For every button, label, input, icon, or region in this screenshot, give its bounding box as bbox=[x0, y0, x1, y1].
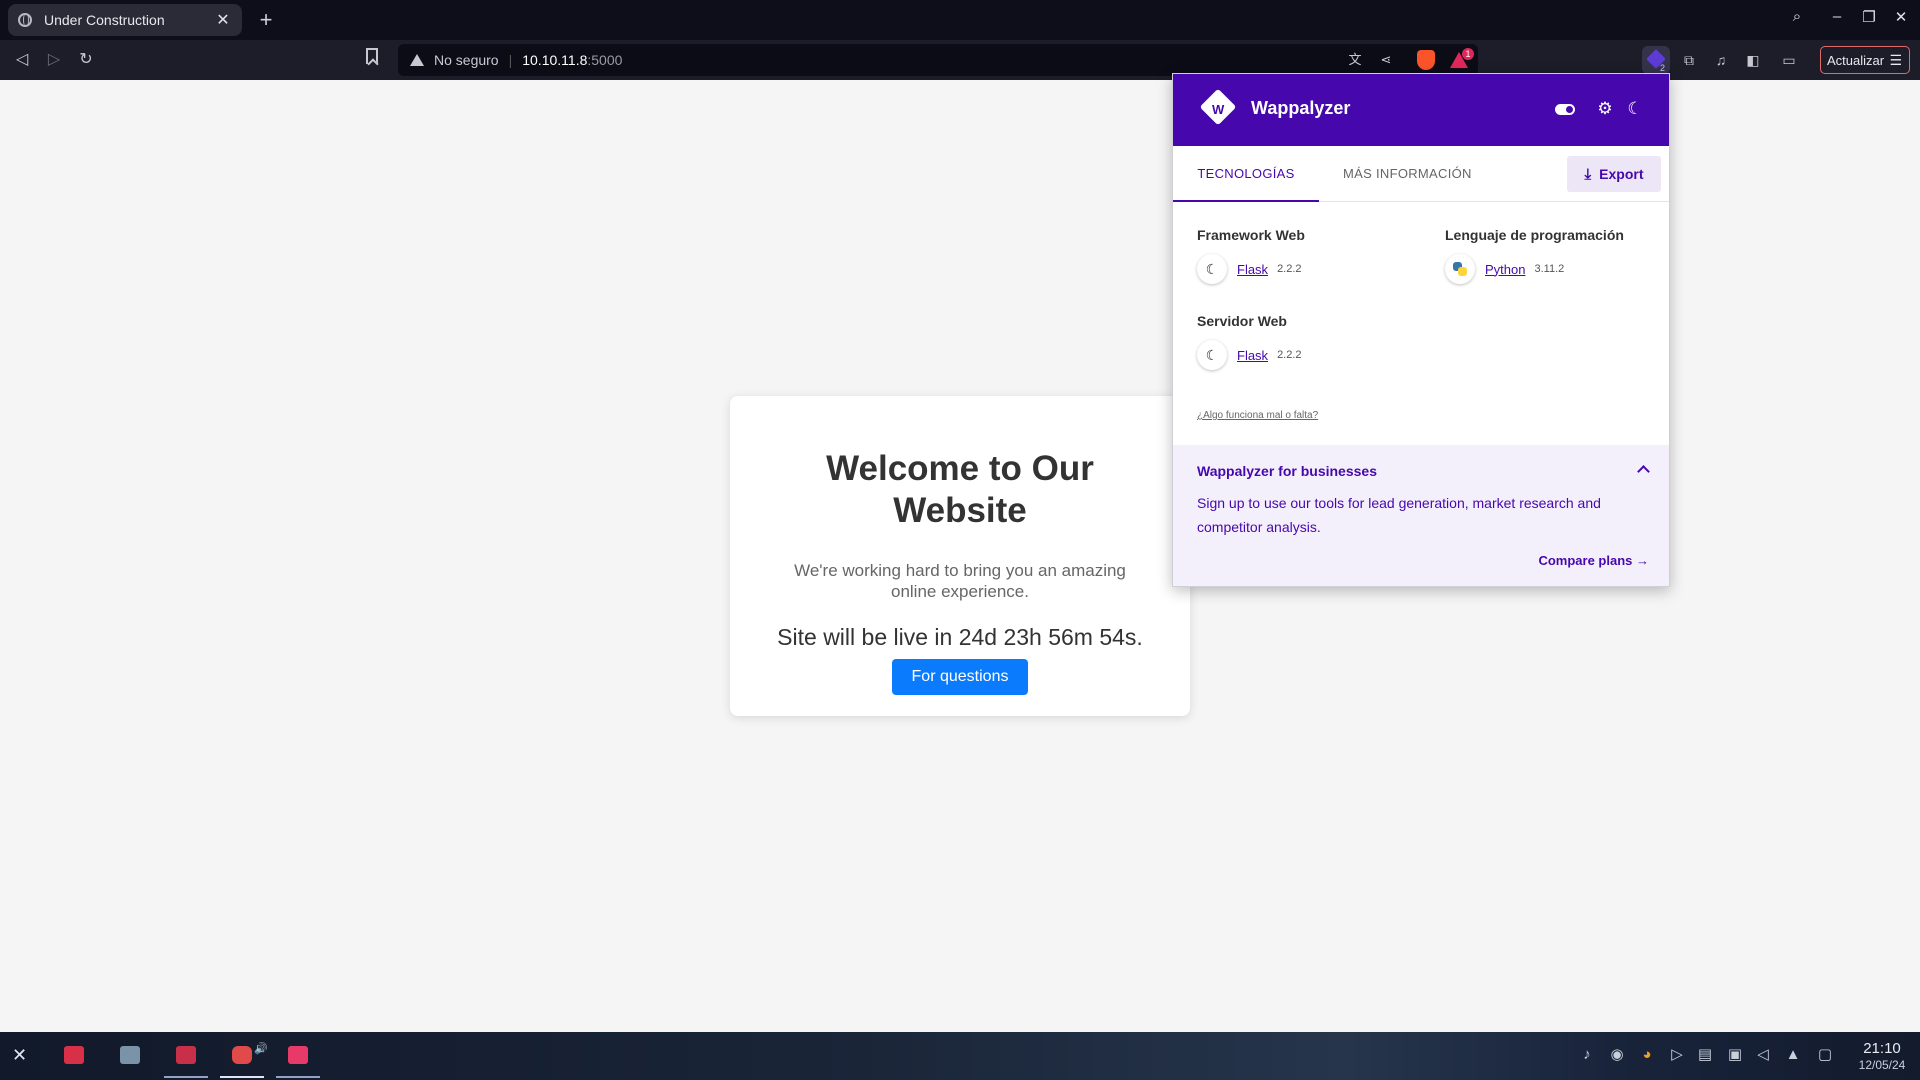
tech-link-flask[interactable]: Flask bbox=[1237, 348, 1268, 363]
reload-button[interactable]: ↻ bbox=[74, 48, 98, 72]
taskbar-indicator bbox=[276, 1076, 320, 1078]
menu-icon: ☰ bbox=[1889, 51, 1902, 68]
tech-item: ☾ Flask 2.2.2 bbox=[1197, 254, 1302, 284]
clipboard-icon[interactable]: ▤ bbox=[1694, 1044, 1716, 1066]
url-port: :5000 bbox=[587, 52, 623, 68]
url-host: 10.10.11.8 bbox=[522, 52, 588, 68]
category-framework-web: Framework Web bbox=[1197, 227, 1305, 243]
tab-close-button[interactable]: ✕ bbox=[214, 10, 232, 30]
page-lead: We're working hard to bring you an amazi… bbox=[794, 561, 1126, 601]
tray-expand-icon[interactable]: ▲ bbox=[1782, 1044, 1804, 1066]
app-icon[interactable] bbox=[288, 1046, 308, 1064]
bookmark-icon[interactable] bbox=[366, 48, 378, 64]
app-icon[interactable] bbox=[176, 1046, 196, 1064]
new-tab-button[interactable]: + bbox=[256, 6, 276, 34]
wappalyzer-tabs: TECNOLOGÍAS MÁS INFORMACIÓN ⤓ Export bbox=[1173, 146, 1669, 202]
terminal-app-icon[interactable] bbox=[64, 1046, 84, 1064]
for-questions-button[interactable]: For questions bbox=[891, 659, 1029, 695]
tab-bar: Under Construction ✕ + ⌕ – ❐ ✕ bbox=[0, 0, 1920, 40]
clock-time: 21:10 bbox=[1863, 1040, 1901, 1057]
welcome-card: Welcome to Our Website We're working har… bbox=[730, 396, 1190, 716]
volume-icon[interactable]: ◁ bbox=[1752, 1044, 1774, 1066]
file-manager-app-icon[interactable] bbox=[120, 1046, 140, 1064]
tray-app-icon[interactable]: ◉ bbox=[1606, 1044, 1628, 1066]
compare-plans-label: Compare plans bbox=[1538, 553, 1633, 568]
business-text: Sign up to use our tools for lead genera… bbox=[1197, 495, 1601, 535]
sidebar-icon[interactable]: ◧ bbox=[1742, 48, 1764, 72]
taskbar-indicator-active bbox=[220, 1076, 264, 1078]
tab-more-info[interactable]: MÁS INFORMACIÓN bbox=[1343, 146, 1472, 202]
rewards-badge: 1 bbox=[1462, 48, 1474, 60]
forward-button[interactable]: ▷ bbox=[42, 48, 66, 72]
wappalyzer-badge: 2 bbox=[1660, 63, 1666, 73]
arrow-right-icon: → bbox=[1636, 553, 1649, 568]
business-title: Wappalyzer for businesses bbox=[1197, 463, 1377, 479]
tab-technologies[interactable]: TECNOLOGÍAS bbox=[1173, 146, 1319, 202]
dark-mode-moon-icon[interactable]: ☾ bbox=[1625, 98, 1645, 120]
clock-date: 12/05/24 bbox=[1858, 1058, 1906, 1072]
window-close-button[interactable]: ✕ bbox=[1890, 8, 1912, 26]
flask-icon: ☾ bbox=[1197, 254, 1227, 284]
countdown-text: Site will be live in 24d 23h 56m 54s. bbox=[777, 624, 1143, 650]
report-issue-link[interactable]: ¿Algo funciona mal o falta? bbox=[1197, 410, 1318, 421]
media-play-icon[interactable]: ▷ bbox=[1666, 1044, 1688, 1066]
enable-toggle[interactable] bbox=[1555, 104, 1575, 115]
url-separator: | bbox=[508, 52, 513, 68]
export-button[interactable]: ⤓ Export bbox=[1567, 156, 1661, 192]
tech-version: 2.2.2 bbox=[1277, 263, 1302, 275]
tech-link-flask[interactable]: Flask bbox=[1237, 262, 1268, 277]
wappalyzer-brand-icon: W bbox=[1199, 88, 1237, 128]
chevron-up-icon[interactable] bbox=[1637, 465, 1650, 478]
network-icon[interactable]: ▣ bbox=[1724, 1044, 1746, 1066]
compare-plans-link[interactable]: Compare plans → bbox=[1538, 553, 1649, 568]
tab-title: Under Construction bbox=[44, 12, 165, 28]
show-desktop-icon[interactable]: ▢ bbox=[1814, 1044, 1836, 1066]
update-label: Actualizar bbox=[1827, 52, 1885, 68]
brave-browser-app-icon[interactable] bbox=[232, 1046, 252, 1064]
settings-gear-icon[interactable]: ⚙ bbox=[1595, 98, 1615, 120]
business-panel: Wappalyzer for businesses Sign up to use… bbox=[1173, 445, 1669, 586]
extensions-puzzle-icon[interactable]: ⧉ bbox=[1678, 48, 1700, 72]
update-button[interactable]: Actualizar ☰ bbox=[1820, 46, 1910, 74]
category-web-server: Servidor Web bbox=[1197, 313, 1287, 329]
wappalyzer-brand-name: Wappalyzer bbox=[1251, 98, 1351, 118]
brave-shields-icon[interactable] bbox=[1417, 50, 1435, 70]
flask-icon: ☾ bbox=[1197, 340, 1227, 370]
media-music-icon[interactable]: ♫ bbox=[1710, 48, 1732, 72]
taskbar-indicator bbox=[164, 1076, 208, 1078]
translate-icon[interactable]: 文 bbox=[1345, 48, 1365, 72]
wallet-icon[interactable]: ▭ bbox=[1778, 48, 1800, 72]
python-icon bbox=[1445, 254, 1475, 284]
tech-item: ☾ Flask 2.2.2 bbox=[1197, 340, 1302, 370]
warning-icon bbox=[410, 54, 424, 66]
wappalyzer-header: W Wappalyzer ⚙ ☾ bbox=[1173, 74, 1669, 146]
share-icon[interactable]: ⋖ bbox=[1376, 48, 1396, 72]
page-heading: Welcome to Our Website bbox=[826, 449, 1094, 530]
tray-app-icon[interactable]: ◕ bbox=[1636, 1044, 1658, 1066]
tech-version: 3.11.2 bbox=[1534, 263, 1565, 275]
tech-version: 2.2.2 bbox=[1277, 349, 1302, 361]
back-button[interactable]: ◁ bbox=[10, 48, 34, 72]
security-label: No seguro bbox=[434, 52, 499, 68]
download-icon: ⤓ bbox=[1584, 165, 1592, 183]
tech-item: Python 3.11.2 bbox=[1445, 254, 1564, 284]
start-menu-icon[interactable]: ✕ bbox=[12, 1046, 32, 1064]
technologies-list: Framework Web ☾ Flask 2.2.2 Lenguaje de … bbox=[1173, 202, 1669, 445]
wappalyzer-extension-button[interactable]: 2 bbox=[1642, 46, 1670, 74]
browser-tab[interactable]: Under Construction ✕ bbox=[8, 4, 242, 36]
export-label: Export bbox=[1599, 166, 1644, 182]
notifications-bell-icon[interactable]: ♪ bbox=[1576, 1044, 1598, 1066]
address-bar[interactable]: No seguro | 10.10.11.8:5000 bbox=[398, 44, 1478, 76]
search-tabs-icon[interactable]: ⌕ bbox=[1786, 8, 1808, 25]
wappalyzer-popup: W Wappalyzer ⚙ ☾ TECNOLOGÍAS MÁS INFORMA… bbox=[1172, 73, 1670, 587]
maximize-button[interactable]: ❐ bbox=[1858, 8, 1880, 26]
category-programming-language: Lenguaje de programación bbox=[1445, 227, 1624, 243]
speaker-playing-icon: 🔊 bbox=[254, 1043, 268, 1055]
tech-link-python[interactable]: Python bbox=[1485, 262, 1525, 277]
minimize-button[interactable]: – bbox=[1826, 8, 1848, 25]
taskbar-clock[interactable]: 21:10 12/05/24 bbox=[1852, 1040, 1912, 1072]
globe-icon bbox=[18, 13, 32, 27]
